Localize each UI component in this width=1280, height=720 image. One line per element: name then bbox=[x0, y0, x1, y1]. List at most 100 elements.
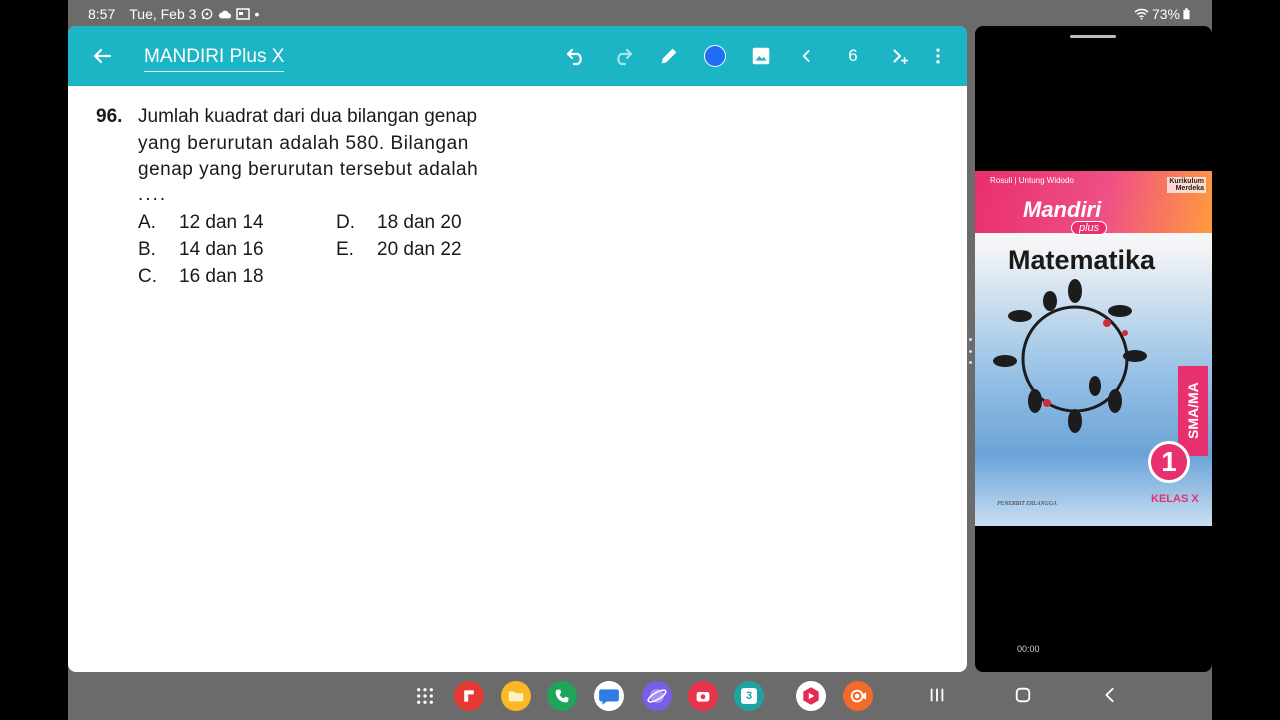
undo-button[interactable] bbox=[564, 44, 588, 68]
page-number-label: 6 bbox=[848, 46, 858, 65]
phone-icon bbox=[555, 689, 569, 703]
answer-option-d: D. 18 dan 20 bbox=[336, 212, 462, 234]
answer-option-b: B. 14 dan 16 bbox=[138, 239, 264, 261]
back-arrow-icon bbox=[93, 48, 112, 64]
battery-percent: 73% bbox=[1151, 6, 1180, 22]
question-line: genap yang berurutan tersebut adalah bbox=[138, 159, 479, 180]
phone-app[interactable] bbox=[547, 681, 577, 711]
question-number: 96. bbox=[96, 106, 123, 127]
pen-icon bbox=[661, 48, 677, 64]
answer-option-c: C. 16 dan 18 bbox=[138, 266, 264, 288]
previous-page-icon bbox=[802, 50, 810, 62]
redo-icon bbox=[617, 48, 633, 66]
question-line: yang berurutan adalah 580. Bilangan bbox=[138, 133, 469, 154]
book-cover-image: Rosuli | Untung Widodo Kurikulum Merdeka… bbox=[975, 171, 1212, 526]
cover-grade: KELAS X bbox=[1151, 493, 1199, 505]
video-player-icon bbox=[803, 687, 819, 705]
status-dot: • bbox=[254, 6, 260, 22]
video-timestamp: 00:00 bbox=[1017, 644, 1040, 654]
image-icon bbox=[752, 47, 770, 65]
cover-volume: 1 bbox=[1148, 441, 1190, 483]
option-text: 18 dan 20 bbox=[377, 212, 462, 233]
option-letter: D. bbox=[336, 212, 355, 233]
redo-button[interactable] bbox=[611, 44, 635, 68]
option-letter: C. bbox=[138, 266, 157, 287]
status-right: 73% bbox=[1134, 6, 1190, 22]
option-letter: B. bbox=[138, 239, 156, 260]
option-text: 16 dan 18 bbox=[179, 266, 264, 287]
more-button[interactable] bbox=[926, 44, 950, 68]
status-time: 8:57 bbox=[88, 6, 116, 22]
next-page-button[interactable] bbox=[888, 44, 912, 68]
selected-color-swatch bbox=[704, 45, 726, 67]
home-button[interactable] bbox=[1012, 684, 1034, 706]
apps-grid-icon bbox=[417, 688, 433, 704]
curriculum-badge: Kurikulum Merdeka bbox=[1167, 177, 1206, 193]
home-icon bbox=[1015, 687, 1031, 703]
screen-recorder-app[interactable] bbox=[843, 681, 873, 711]
skydivers-illustration bbox=[993, 279, 1147, 433]
camera-icon bbox=[696, 692, 710, 702]
more-icon bbox=[936, 48, 940, 64]
status-left: 8:57 Tue, Feb 3 • bbox=[88, 6, 259, 22]
internet-icon bbox=[647, 689, 667, 703]
option-text: 20 dan 22 bbox=[377, 239, 462, 260]
cover-brand-sub: plus bbox=[1071, 221, 1108, 235]
option-text: 12 dan 14 bbox=[179, 212, 264, 233]
calendar-app[interactable]: 3 bbox=[734, 681, 764, 711]
screen-recorder-icon bbox=[850, 689, 867, 703]
camera-app[interactable] bbox=[688, 681, 718, 711]
chevron-left-icon bbox=[1105, 687, 1114, 703]
option-letter: A. bbox=[138, 212, 156, 233]
messages-icon bbox=[599, 689, 619, 705]
answer-option-a: A. 12 dan 14 bbox=[138, 212, 264, 234]
pen-button[interactable] bbox=[657, 44, 681, 68]
color-picker[interactable] bbox=[703, 44, 727, 68]
calendar-app-icon: 3 bbox=[741, 688, 757, 704]
badge-line: Merdeka bbox=[1175, 185, 1204, 192]
next-page-icon bbox=[893, 49, 909, 65]
cover-level: SMA/MA bbox=[1178, 366, 1208, 456]
calendar-icon bbox=[236, 8, 251, 20]
wifi-icon bbox=[1134, 8, 1149, 20]
previous-page-button[interactable] bbox=[795, 44, 819, 68]
status-bar: 8:57 Tue, Feb 3 • 73% bbox=[68, 0, 1212, 28]
back-button[interactable] bbox=[90, 44, 114, 68]
answer-option-e: E. 20 dan 22 bbox=[336, 239, 462, 261]
panel-drag-handle[interactable] bbox=[1070, 35, 1116, 38]
split-view-handle[interactable] bbox=[969, 338, 972, 364]
document-window: MANDIRI Plus X 6 96. Jumlah kuadrat dari… bbox=[68, 26, 967, 672]
undo-icon bbox=[566, 48, 582, 66]
cover-brand: Mandiri bbox=[1023, 197, 1102, 222]
flipboard-app[interactable] bbox=[454, 681, 484, 711]
badge-line: Kurikulum bbox=[1169, 178, 1204, 185]
battery-icon bbox=[1183, 8, 1190, 20]
internet-app[interactable] bbox=[642, 681, 672, 711]
cloud-icon bbox=[219, 10, 232, 19]
question-line: .... bbox=[138, 184, 168, 205]
taskbar bbox=[68, 672, 1212, 720]
cover-authors: Rosuli | Untung Widodo bbox=[990, 176, 1074, 185]
flipboard-icon bbox=[464, 690, 474, 702]
status-date: Tue, Feb 3 bbox=[129, 6, 197, 22]
files-app[interactable] bbox=[501, 681, 531, 711]
video-player-app[interactable] bbox=[796, 681, 826, 711]
question-line: Jumlah kuadrat dari dua bilangan genap bbox=[138, 106, 478, 127]
cover-publisher: PENERBIT ERLANGGA bbox=[997, 501, 1057, 507]
video-panel[interactable]: Rosuli | Untung Widodo Kurikulum Merdeka… bbox=[975, 26, 1212, 672]
document-title[interactable]: MANDIRI Plus X bbox=[144, 46, 285, 72]
back-nav-button[interactable] bbox=[1099, 684, 1121, 706]
insert-image-button[interactable] bbox=[749, 44, 773, 68]
app-toolbar: MANDIRI Plus X 6 bbox=[68, 26, 967, 86]
option-letter: E. bbox=[336, 239, 354, 260]
recent-apps-icon bbox=[930, 688, 944, 702]
messages-app[interactable] bbox=[594, 681, 624, 711]
apps-grid-button[interactable] bbox=[410, 681, 440, 711]
document-canvas[interactable]: 96. Jumlah kuadrat dari dua bilangan gen… bbox=[68, 86, 967, 672]
option-text: 14 dan 16 bbox=[179, 239, 264, 260]
page-number[interactable]: 6 bbox=[841, 44, 865, 68]
whatsapp-icon bbox=[202, 8, 213, 20]
recent-apps-button[interactable] bbox=[926, 684, 948, 706]
tablet-screen: 8:57 Tue, Feb 3 • 73% MANDIRI Plus X 6 9… bbox=[68, 0, 1212, 720]
files-icon bbox=[508, 691, 524, 702]
